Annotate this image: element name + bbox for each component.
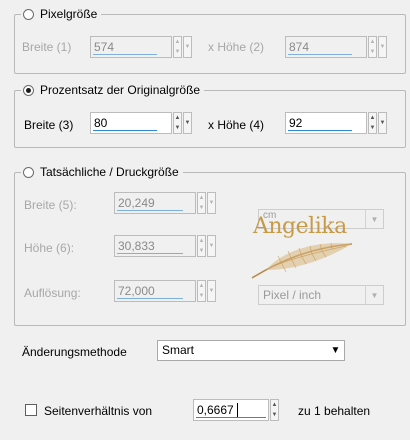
pixel-height-value: 874 xyxy=(289,40,310,54)
print-height-spinner[interactable]: ▲ ▼ xyxy=(197,235,206,257)
percent-width-label: Breite (3) xyxy=(24,118,74,132)
percent-height-spinner[interactable]: ▲ ▼ xyxy=(368,112,377,134)
pixel-width-dropdown[interactable]: ▼ xyxy=(183,36,192,58)
pixel-size-legend[interactable]: Pixelgröße xyxy=(21,6,102,22)
pixel-width-spinner[interactable]: ▲ ▼ xyxy=(173,36,182,58)
print-height-field[interactable]: 30,833 ▲ ▼ ▼ xyxy=(114,235,216,257)
print-width-label: Breite (5): xyxy=(24,198,77,212)
print-size-legend[interactable]: Tatsächliche / Druckgröße xyxy=(21,164,183,180)
print-size-radio[interactable] xyxy=(23,166,34,178)
pixel-height-spinner[interactable]: ▲ ▼ xyxy=(368,36,377,58)
percent-height-value: 92 xyxy=(289,116,303,130)
feather-icon xyxy=(251,242,353,279)
pixel-height-field[interactable]: 874 ▲ ▼ ▼ xyxy=(285,36,387,58)
method-select[interactable]: Smart ▼ xyxy=(157,340,345,361)
aspect-ratio-spinner[interactable]: ▲ ▼ xyxy=(270,399,279,421)
method-select-value: Smart xyxy=(162,343,195,357)
print-width-field[interactable]: 20,249 ▲ ▼ ▼ xyxy=(114,192,216,214)
pixel-height-label: x Höhe (2) xyxy=(208,40,265,54)
aspect-ratio-label[interactable]: Seitenverhältnis von xyxy=(44,404,152,418)
percent-width-spinner[interactable]: ▲ ▼ xyxy=(173,112,182,134)
aspect-ratio-field[interactable]: 0,6667 ▲ ▼ xyxy=(193,399,279,421)
chevron-down-icon: ▼ xyxy=(365,210,383,228)
print-width-dropdown[interactable]: ▼ xyxy=(207,192,216,214)
resolution-unit-value: Pixel / inch xyxy=(263,288,322,302)
aspect-ratio-value: 0,6667 xyxy=(197,403,234,417)
print-size-label: Tatsächliche / Druckgröße xyxy=(40,165,179,179)
pixel-size-label: Pixelgröße xyxy=(40,7,98,21)
method-label: Änderungsmethode xyxy=(22,345,127,359)
aspect-ratio-checkbox[interactable] xyxy=(25,404,37,416)
chevron-down-icon: ▼ xyxy=(330,344,341,356)
percent-height-dropdown[interactable]: ▼ xyxy=(378,112,387,134)
resolution-label: Auflösung: xyxy=(24,286,81,300)
print-height-label: Höhe (6): xyxy=(24,241,75,255)
print-width-spinner[interactable]: ▲ ▼ xyxy=(197,192,206,214)
percent-width-dropdown[interactable]: ▼ xyxy=(183,112,192,134)
pixel-height-dropdown[interactable]: ▼ xyxy=(378,36,387,58)
percent-radio[interactable] xyxy=(23,84,34,96)
pixel-width-label: Breite (1) xyxy=(22,40,72,54)
pixel-width-value: 574 xyxy=(94,40,115,54)
aspect-ratio-suffix: zu 1 behalten xyxy=(298,404,371,418)
print-width-value: 20,249 xyxy=(118,196,155,210)
chevron-down-icon: ▼ xyxy=(365,286,383,304)
percent-label: Prozentsatz der Originalgröße xyxy=(40,83,201,97)
pixel-size-radio[interactable] xyxy=(23,8,34,20)
print-height-dropdown[interactable]: ▼ xyxy=(207,235,216,257)
percent-height-label: x Höhe (4) xyxy=(208,118,265,132)
print-height-value: 30,833 xyxy=(118,239,155,253)
resolution-unit-select[interactable]: Pixel / inch ▼ xyxy=(258,285,384,305)
resolution-value: 72,000 xyxy=(118,284,155,298)
resolution-field[interactable]: 72,000 ▲ ▼ ▼ xyxy=(114,280,216,302)
percent-legend[interactable]: Prozentsatz der Originalgröße xyxy=(21,82,205,98)
pixel-width-field[interactable]: 574 ▲ ▼ ▼ xyxy=(90,36,192,58)
watermark-logo: Angelika xyxy=(248,214,358,284)
percent-width-field[interactable]: 80 ▲ ▼ ▼ xyxy=(90,112,192,134)
percent-height-field[interactable]: 92 ▲ ▼ ▼ xyxy=(285,112,387,134)
percent-width-value: 80 xyxy=(94,116,108,130)
resolution-dropdown[interactable]: ▼ xyxy=(207,280,216,302)
resolution-spinner[interactable]: ▲ ▼ xyxy=(197,280,206,302)
